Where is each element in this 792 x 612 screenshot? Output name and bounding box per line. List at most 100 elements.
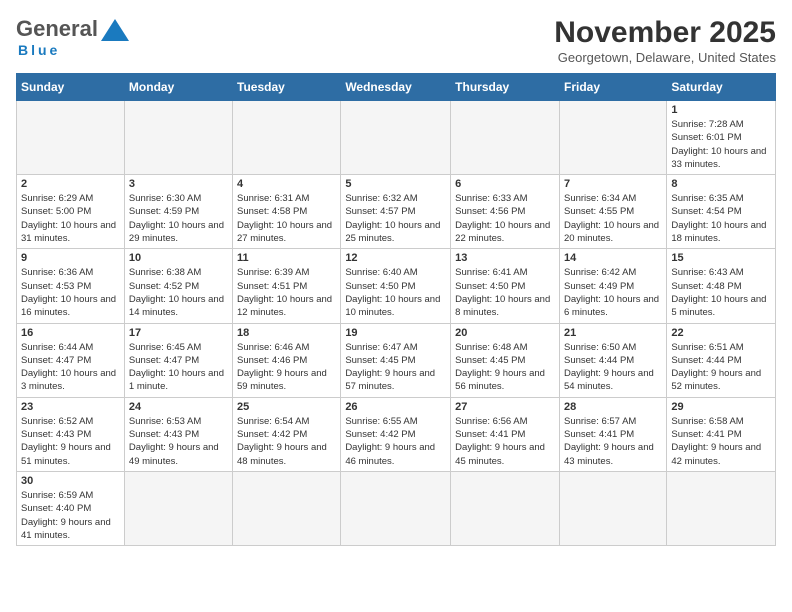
day-info: Sunrise: 6:36 AM Sunset: 4:53 PM Dayligh… [21,266,120,319]
logo: General Blue [16,16,129,60]
day-info: Sunrise: 6:43 AM Sunset: 4:48 PM Dayligh… [671,266,771,319]
day-info: Sunrise: 6:41 AM Sunset: 4:50 PM Dayligh… [455,266,555,319]
day-number: 29 [671,401,771,413]
calendar-cell: 5 Sunrise: 6:32 AM Sunset: 4:57 PM Daylig… [341,175,451,249]
day-number: 10 [129,252,228,264]
calendar-cell: 4Sunrise: 6:31 AM Sunset: 4:58 PM Daylig… [233,175,341,249]
calendar-cell: 15Sunrise: 6:43 AM Sunset: 4:48 PM Dayli… [667,249,776,323]
calendar-cell: 22 Sunrise: 6:51 AM Sunset: 4:44 PM Dayli… [667,323,776,397]
day-header-tuesday: Tuesday [233,74,341,101]
day-header-thursday: Thursday [451,74,560,101]
calendar-cell: 18Sunrise: 6:46 AM Sunset: 4:46 PM Dayli… [233,323,341,397]
day-number: 20 [455,327,555,339]
calendar-cell: 17 Sunrise: 6:45 AM Sunset: 4:47 PM Dayli… [124,323,232,397]
logo-general-text: General [16,16,98,42]
day-info: Sunrise: 6:34 AM Sunset: 4:55 PM Dayligh… [564,192,662,245]
header: General Blue November 2025 Georgetown, D… [16,16,776,65]
calendar-cell [233,101,341,175]
calendar-cell: 9 Sunrise: 6:36 AM Sunset: 4:53 PM Daylig… [17,249,125,323]
day-number: 22 [671,327,771,339]
day-number: 18 [237,327,336,339]
calendar-cell: 24 Sunrise: 6:53 AM Sunset: 4:43 PM Dayli… [124,397,232,471]
day-info: Sunrise: 6:30 AM Sunset: 4:59 PM Dayligh… [129,192,228,245]
day-info: Sunrise: 6:57 AM Sunset: 4:41 PM Dayligh… [564,415,662,468]
calendar-body: 1 Sunrise: 7:28 AM Sunset: 6:01 PM Daylig… [17,101,776,546]
day-info: Sunrise: 6:52 AM Sunset: 4:43 PM Dayligh… [21,415,120,468]
day-info: Sunrise: 6:42 AM Sunset: 4:49 PM Dayligh… [564,266,662,319]
day-number: 16 [21,327,120,339]
day-info: Sunrise: 6:31 AM Sunset: 4:58 PM Dayligh… [237,192,336,245]
calendar-cell: 3Sunrise: 6:30 AM Sunset: 4:59 PM Daylig… [124,175,232,249]
day-info: Sunrise: 6:55 AM Sunset: 4:42 PM Dayligh… [345,415,446,468]
day-number: 1 [671,104,771,116]
day-header-friday: Friday [559,74,666,101]
day-number: 17 [129,327,228,339]
calendar-cell [451,101,560,175]
day-header-saturday: Saturday [667,74,776,101]
day-number: 23 [21,401,120,413]
day-number: 21 [564,327,662,339]
calendar-week-0: 1 Sunrise: 7:28 AM Sunset: 6:01 PM Daylig… [17,101,776,175]
calendar-week-1: 2 Sunrise: 6:29 AM Sunset: 5:00 PM Daylig… [17,175,776,249]
logo-blue-text: Blue [18,42,60,58]
day-info: Sunrise: 6:38 AM Sunset: 4:52 PM Dayligh… [129,266,228,319]
day-number: 24 [129,401,228,413]
day-number: 9 [21,252,120,264]
day-number: 28 [564,401,662,413]
calendar-cell [341,101,451,175]
calendar-cell [341,471,451,545]
calendar-cell: 21Sunrise: 6:50 AM Sunset: 4:44 PM Dayli… [559,323,666,397]
calendar-cell: 26Sunrise: 6:55 AM Sunset: 4:42 PM Dayli… [341,397,451,471]
calendar-cell: 30Sunrise: 6:59 AM Sunset: 4:40 PM Dayli… [17,471,125,545]
day-number: 30 [21,475,120,487]
calendar-week-2: 9 Sunrise: 6:36 AM Sunset: 4:53 PM Daylig… [17,249,776,323]
day-number: 6 [455,178,555,190]
calendar-cell: 1 Sunrise: 7:28 AM Sunset: 6:01 PM Daylig… [667,101,776,175]
calendar-cell: 29 Sunrise: 6:58 AM Sunset: 4:41 PM Dayli… [667,397,776,471]
calendar-week-5: 30Sunrise: 6:59 AM Sunset: 4:40 PM Dayli… [17,471,776,545]
calendar-cell [451,471,560,545]
calendar-cell: 23 Sunrise: 6:52 AM Sunset: 4:43 PM Dayli… [17,397,125,471]
calendar-week-3: 16Sunrise: 6:44 AM Sunset: 4:47 PM Dayli… [17,323,776,397]
day-number: 25 [237,401,336,413]
page-subtitle: Georgetown, Delaware, United States [554,50,776,65]
calendar-header: SundayMondayTuesdayWednesdayThursdayFrid… [17,74,776,101]
day-info: Sunrise: 6:58 AM Sunset: 4:41 PM Dayligh… [671,415,771,468]
day-info: Sunrise: 6:53 AM Sunset: 4:43 PM Dayligh… [129,415,228,468]
calendar-cell: 7 Sunrise: 6:34 AM Sunset: 4:55 PM Daylig… [559,175,666,249]
day-info: Sunrise: 6:29 AM Sunset: 5:00 PM Dayligh… [21,192,120,245]
day-info: Sunrise: 6:45 AM Sunset: 4:47 PM Dayligh… [129,341,228,394]
calendar-cell: 19 Sunrise: 6:47 AM Sunset: 4:45 PM Dayli… [341,323,451,397]
calendar-cell: 25 Sunrise: 6:54 AM Sunset: 4:42 PM Dayli… [233,397,341,471]
day-number: 2 [21,178,120,190]
day-number: 7 [564,178,662,190]
calendar-cell: 8Sunrise: 6:35 AM Sunset: 4:54 PM Daylig… [667,175,776,249]
day-header-wednesday: Wednesday [341,74,451,101]
day-number: 8 [671,178,771,190]
day-info: Sunrise: 6:56 AM Sunset: 4:41 PM Dayligh… [455,415,555,468]
calendar-cell: 16Sunrise: 6:44 AM Sunset: 4:47 PM Dayli… [17,323,125,397]
calendar-cell [233,471,341,545]
calendar-week-4: 23 Sunrise: 6:52 AM Sunset: 4:43 PM Dayli… [17,397,776,471]
day-info: Sunrise: 6:51 AM Sunset: 4:44 PM Dayligh… [671,341,771,394]
day-info: Sunrise: 6:32 AM Sunset: 4:57 PM Dayligh… [345,192,446,245]
day-info: Sunrise: 6:47 AM Sunset: 4:45 PM Dayligh… [345,341,446,394]
day-info: Sunrise: 6:40 AM Sunset: 4:50 PM Dayligh… [345,266,446,319]
calendar-cell: 27Sunrise: 6:56 AM Sunset: 4:41 PM Dayli… [451,397,560,471]
calendar-cell: 11Sunrise: 6:39 AM Sunset: 4:51 PM Dayli… [233,249,341,323]
day-info: Sunrise: 6:48 AM Sunset: 4:45 PM Dayligh… [455,341,555,394]
day-info: Sunrise: 7:28 AM Sunset: 6:01 PM Dayligh… [671,118,771,171]
day-header-sunday: Sunday [17,74,125,101]
calendar-cell: 20 Sunrise: 6:48 AM Sunset: 4:45 PM Dayli… [451,323,560,397]
day-number: 5 [345,178,446,190]
calendar-cell: 12 Sunrise: 6:40 AM Sunset: 4:50 PM Dayli… [341,249,451,323]
day-number: 19 [345,327,446,339]
day-number: 14 [564,252,662,264]
day-header-monday: Monday [124,74,232,101]
day-info: Sunrise: 6:54 AM Sunset: 4:42 PM Dayligh… [237,415,336,468]
calendar-cell: 10 Sunrise: 6:38 AM Sunset: 4:52 PM Dayli… [124,249,232,323]
day-number: 12 [345,252,446,264]
calendar-cell: 13Sunrise: 6:41 AM Sunset: 4:50 PM Dayli… [451,249,560,323]
day-number: 11 [237,252,336,264]
day-info: Sunrise: 6:33 AM Sunset: 4:56 PM Dayligh… [455,192,555,245]
